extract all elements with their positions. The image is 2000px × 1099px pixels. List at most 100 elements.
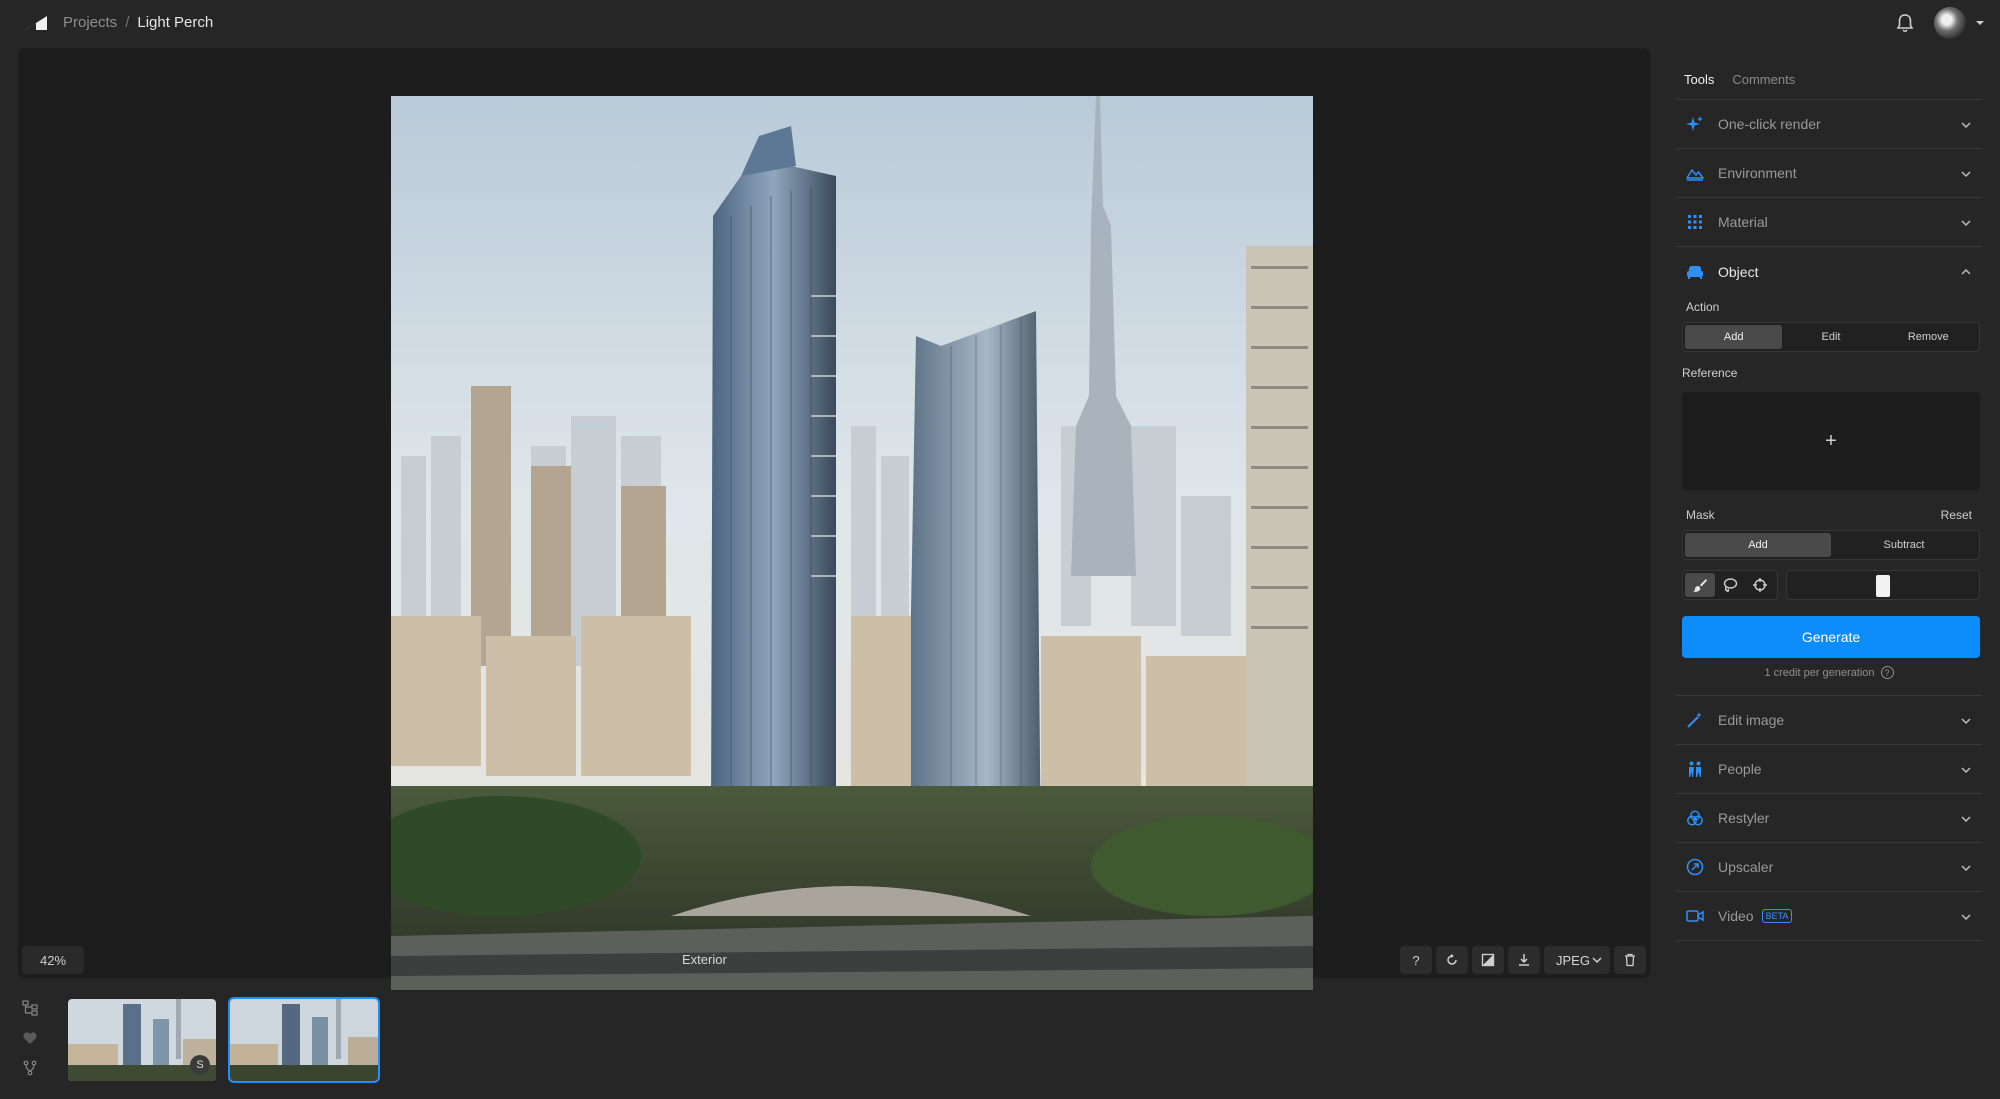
- chevron-down-icon: [1961, 171, 1971, 178]
- section-label: People: [1718, 761, 1762, 777]
- branch-icon[interactable]: [22, 1060, 38, 1076]
- brush-size-slider-thumb[interactable]: [1876, 575, 1890, 597]
- mask-tools-row: [1682, 570, 1980, 600]
- section-restyler[interactable]: Restyler: [1676, 794, 1982, 843]
- landscape-icon: [1686, 168, 1704, 181]
- thumbnail-badge: S: [190, 1055, 210, 1075]
- mask-reset-button[interactable]: Reset: [1941, 508, 1972, 522]
- zoom-level[interactable]: 42%: [22, 946, 84, 974]
- credit-text: 1 credit per generation: [1764, 666, 1875, 679]
- download-icon: [1519, 954, 1529, 966]
- question-mark-icon: ?: [1412, 952, 1420, 968]
- plus-icon: +: [1825, 429, 1837, 452]
- section-video[interactable]: Video BETA: [1676, 892, 1982, 941]
- compare-button[interactable]: [1472, 946, 1504, 974]
- credit-info: 1 credit per generation ?: [1676, 666, 1982, 679]
- chevron-down-icon[interactable]: [1975, 18, 1985, 28]
- chevron-down-icon: [1961, 220, 1971, 227]
- section-material[interactable]: Material: [1676, 198, 1982, 247]
- section-label: Material: [1718, 214, 1768, 230]
- help-button[interactable]: ?: [1400, 946, 1432, 974]
- action-remove-option[interactable]: Remove: [1880, 325, 1977, 349]
- reference-label-row: Reference: [1676, 352, 1982, 388]
- mask-tool-group: [1682, 570, 1778, 600]
- canvas-bottom-bar: 42% Exterior ? JPEG: [22, 946, 1646, 974]
- action-label: Action: [1686, 300, 1720, 314]
- chevron-up-icon: [1961, 268, 1971, 275]
- upscale-icon: [1686, 858, 1704, 876]
- chevron-down-icon: [1961, 816, 1971, 823]
- section-label: Object: [1718, 263, 1759, 280]
- rerun-button[interactable]: [1436, 946, 1468, 974]
- chevron-down-icon: [1592, 957, 1602, 964]
- breadcrumb-current-project: Light Perch: [137, 14, 214, 31]
- restyle-icon: [1687, 810, 1703, 826]
- auto-select-tool-button[interactable]: [1745, 573, 1775, 597]
- user-avatar[interactable]: [1934, 7, 1966, 39]
- magic-wand-icon: [1687, 712, 1702, 728]
- section-label: One-click render: [1718, 116, 1821, 132]
- tab-tools[interactable]: Tools: [1684, 72, 1714, 87]
- lasso-tool-button[interactable]: [1715, 573, 1745, 597]
- grid-texture-icon: [1688, 215, 1702, 229]
- breadcrumb-separator: /: [125, 14, 130, 31]
- chevron-down-icon: [1961, 718, 1971, 725]
- thumbnail-item[interactable]: S: [66, 997, 218, 1083]
- action-edit-option[interactable]: Edit: [1782, 325, 1879, 349]
- thumbnail-item-selected[interactable]: [228, 997, 380, 1083]
- section-label: Edit image: [1718, 712, 1785, 728]
- tab-comments[interactable]: Comments: [1732, 72, 1795, 87]
- section-label: Restyler: [1718, 810, 1770, 826]
- breadcrumb-projects-link[interactable]: Projects: [63, 14, 117, 31]
- thumbnail-image: [230, 999, 378, 1081]
- chevron-down-icon: [1961, 865, 1971, 872]
- sofa-icon: [1687, 265, 1703, 279]
- brush-icon: [1693, 579, 1707, 592]
- render-image[interactable]: [391, 96, 1313, 990]
- top-bar: Projects / Light Perch: [0, 0, 2000, 46]
- reference-upload-area[interactable]: +: [1682, 392, 1980, 490]
- format-value: JPEG: [1556, 952, 1590, 968]
- section-label: Environment: [1718, 165, 1797, 181]
- section-object[interactable]: Object: [1676, 247, 1982, 296]
- crosshair-icon: [1753, 578, 1767, 592]
- history-tools: [22, 1000, 40, 1090]
- mask-subtract-option[interactable]: Subtract: [1831, 533, 1977, 557]
- brush-tool-button[interactable]: [1685, 573, 1715, 597]
- delete-button[interactable]: [1614, 946, 1646, 974]
- thumbnail-strip: S: [66, 997, 380, 1083]
- action-segmented-control: Add Edit Remove: [1682, 322, 1980, 352]
- app-logo-icon[interactable]: [24, 14, 48, 32]
- chevron-down-icon: [1961, 914, 1971, 921]
- reference-label: Reference: [1682, 366, 1738, 380]
- sparkle-icon: [1686, 116, 1703, 131]
- section-people[interactable]: People: [1676, 745, 1982, 794]
- compare-icon: [1481, 953, 1495, 967]
- action-label-row: Action: [1676, 296, 1982, 322]
- refresh-icon: [1447, 954, 1457, 965]
- generate-button[interactable]: Generate: [1682, 616, 1980, 658]
- download-button[interactable]: [1508, 946, 1540, 974]
- mask-add-option[interactable]: Add: [1685, 533, 1831, 557]
- chevron-down-icon: [1961, 767, 1971, 774]
- image-toolbar: ? JPEG: [1400, 946, 1646, 974]
- people-icon: [1689, 761, 1701, 777]
- lasso-icon: [1723, 578, 1738, 592]
- section-label: Video: [1718, 908, 1754, 924]
- format-select[interactable]: JPEG: [1544, 946, 1610, 974]
- canvas-area: 42% Exterior ? JPEG: [18, 48, 1650, 990]
- heart-icon[interactable]: [22, 1030, 38, 1046]
- object-section-body: Action Add Edit Remove Reference + Mask …: [1676, 296, 1982, 696]
- section-label: Upscaler: [1718, 859, 1774, 875]
- tree-view-icon[interactable]: [22, 1000, 38, 1016]
- view-name-label: Exterior: [682, 952, 727, 967]
- section-edit-image[interactable]: Edit image: [1676, 696, 1982, 745]
- section-one-click-render[interactable]: One-click render: [1676, 100, 1982, 149]
- brush-size-slider[interactable]: [1786, 570, 1980, 600]
- help-circle-icon[interactable]: ?: [1880, 666, 1894, 679]
- notification-bell-icon[interactable]: [1894, 12, 1916, 34]
- section-environment[interactable]: Environment: [1676, 149, 1982, 198]
- action-add-option[interactable]: Add: [1685, 325, 1783, 349]
- tools-panel: Tools Comments One-click render Environm…: [1676, 60, 1982, 941]
- section-upscaler[interactable]: Upscaler: [1676, 843, 1982, 892]
